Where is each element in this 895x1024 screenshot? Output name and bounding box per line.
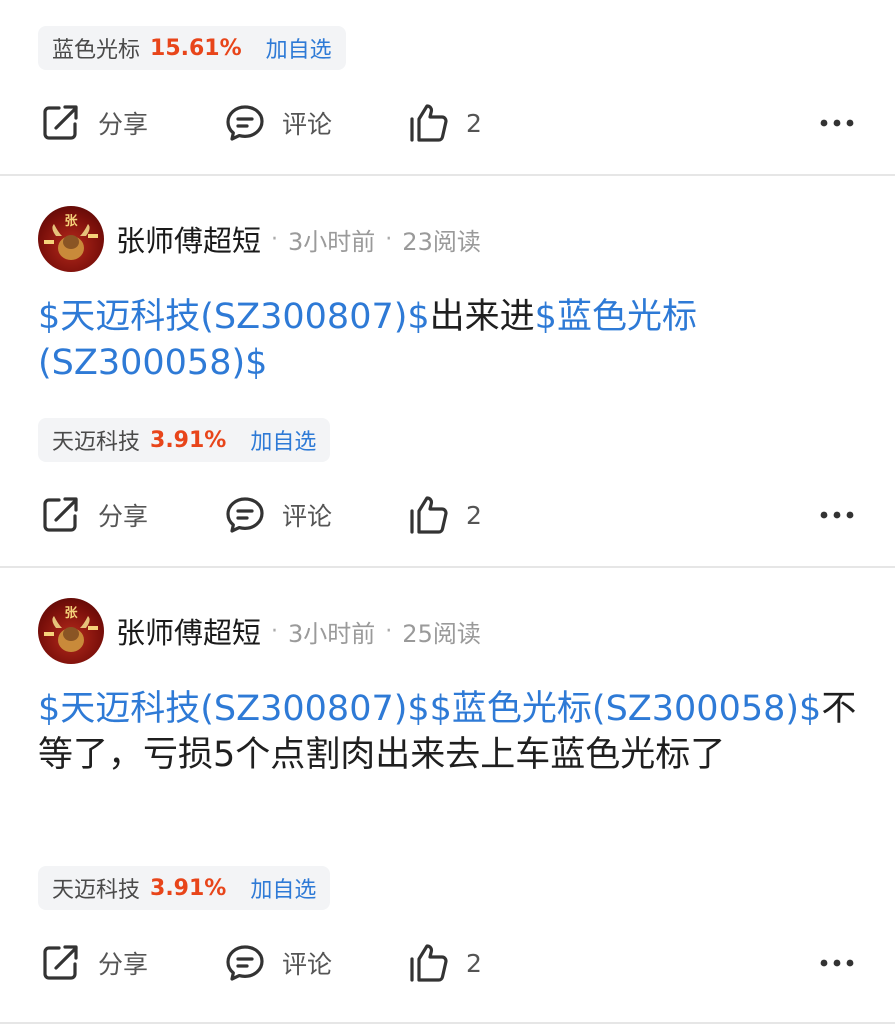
read-count: 25阅读 bbox=[402, 619, 481, 648]
share-label: 分享 bbox=[98, 502, 149, 531]
stock-change: 3.91% bbox=[150, 875, 227, 901]
share-label: 分享 bbox=[98, 110, 149, 139]
more-button[interactable] bbox=[819, 938, 855, 988]
bull-icon bbox=[44, 616, 98, 652]
stock-link[interactable]: $天迈科技(SZ300807)$ bbox=[38, 297, 430, 337]
like-count: 2 bbox=[466, 108, 482, 138]
avatar[interactable]: 张 bbox=[38, 598, 104, 664]
comment-label: 评论 bbox=[282, 502, 333, 531]
stock-link[interactable]: $蓝色光标(SZ300058)$ bbox=[430, 689, 822, 729]
action-bar: 分享 评论 2 bbox=[40, 938, 855, 988]
more-icon bbox=[820, 119, 854, 127]
stock-name: 天迈科技 bbox=[52, 878, 141, 903]
comment-label: 评论 bbox=[282, 950, 333, 979]
stock-name: 天迈科技 bbox=[52, 430, 141, 455]
meta-separator: · bbox=[271, 618, 279, 644]
author-name[interactable]: 张师傅超短 bbox=[116, 610, 261, 652]
comment-icon bbox=[226, 497, 264, 533]
comment-label: 评论 bbox=[282, 110, 333, 139]
post-card: 张 张师傅超短 · 3小时前 · 25阅读 $天迈科技(SZ300807)$$蓝… bbox=[0, 568, 895, 1024]
share-label: 分享 bbox=[98, 950, 149, 979]
like-button[interactable]: 2 bbox=[408, 938, 482, 988]
stock-change: 15.61% bbox=[150, 35, 242, 61]
meta-separator: · bbox=[271, 226, 279, 252]
share-button[interactable]: 分享 bbox=[40, 98, 148, 148]
post-card: 蓝色光标 15.61% 加自选 分享 评论 2 bbox=[0, 0, 895, 176]
stock-tag[interactable]: 蓝色光标 15.61% 加自选 bbox=[38, 26, 346, 70]
post-time: 3小时前 bbox=[288, 227, 376, 256]
stock-name: 蓝色光标 bbox=[52, 38, 141, 63]
bull-icon bbox=[44, 224, 98, 260]
action-bar: 分享 评论 2 bbox=[40, 98, 855, 148]
more-icon bbox=[820, 511, 854, 519]
comment-icon bbox=[226, 105, 264, 141]
stock-link[interactable]: $天迈科技(SZ300807)$ bbox=[38, 689, 430, 729]
thumbs-up-icon bbox=[410, 104, 448, 142]
more-icon bbox=[820, 959, 854, 967]
author-row: 张 张师傅超短 · 3小时前 · 25阅读 bbox=[38, 598, 481, 664]
comment-button[interactable]: 评论 bbox=[224, 490, 332, 540]
add-watchlist-button[interactable]: 加自选 bbox=[250, 872, 316, 904]
like-button[interactable]: 2 bbox=[408, 98, 482, 148]
add-watchlist-button[interactable]: 加自选 bbox=[250, 424, 316, 456]
stock-tag[interactable]: 天迈科技 3.91% 加自选 bbox=[38, 418, 331, 462]
comment-button[interactable]: 评论 bbox=[224, 938, 332, 988]
add-watchlist-button[interactable]: 加自选 bbox=[266, 32, 332, 64]
more-button[interactable] bbox=[819, 490, 855, 540]
thumbs-up-icon bbox=[410, 944, 448, 982]
author-name[interactable]: 张师傅超短 bbox=[116, 218, 261, 260]
stock-change: 3.91% bbox=[150, 427, 227, 453]
read-count: 23阅读 bbox=[402, 227, 481, 256]
comment-button[interactable]: 评论 bbox=[224, 98, 332, 148]
share-icon bbox=[43, 945, 78, 980]
comment-icon bbox=[226, 945, 264, 981]
thumbs-up-icon bbox=[410, 496, 448, 534]
post-text: 出来进 bbox=[429, 297, 535, 337]
post-content[interactable]: $天迈科技(SZ300807)$$蓝色光标(SZ300058)$不等了，亏损5个… bbox=[38, 686, 863, 778]
like-count: 2 bbox=[466, 500, 482, 530]
like-count: 2 bbox=[466, 948, 482, 978]
meta-separator: · bbox=[385, 618, 393, 644]
like-button[interactable]: 2 bbox=[408, 490, 482, 540]
author-row: 张 张师傅超短 · 3小时前 · 23阅读 bbox=[38, 206, 481, 272]
share-button[interactable]: 分享 bbox=[40, 490, 148, 540]
more-button[interactable] bbox=[819, 98, 855, 148]
share-icon bbox=[43, 497, 78, 532]
share-icon bbox=[43, 105, 78, 140]
action-bar: 分享 评论 2 bbox=[40, 490, 855, 540]
meta-separator: · bbox=[385, 226, 393, 252]
avatar[interactable]: 张 bbox=[38, 206, 104, 272]
share-button[interactable]: 分享 bbox=[40, 938, 148, 988]
post-content[interactable]: $天迈科技(SZ300807)$出来进$蓝色光标(SZ300058)$ bbox=[38, 294, 863, 386]
post-time: 3小时前 bbox=[288, 619, 376, 648]
stock-tag[interactable]: 天迈科技 3.91% 加自选 bbox=[38, 866, 331, 910]
post-card: 张 张师傅超短 · 3小时前 · 23阅读 $天迈科技(SZ300807)$出来… bbox=[0, 176, 895, 568]
